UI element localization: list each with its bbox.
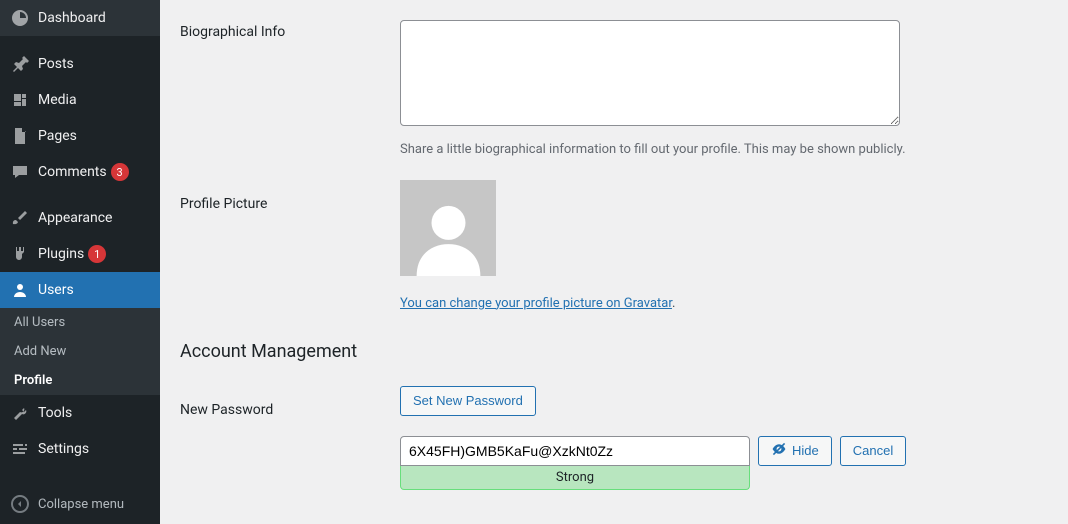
password-input[interactable] — [400, 436, 750, 466]
settings-icon — [10, 439, 30, 459]
picture-row: Profile Picture You can change your prof… — [180, 160, 1048, 311]
count-badge: 1 — [88, 245, 106, 263]
new-password-label: New Password — [180, 386, 400, 418]
collapse-menu-button[interactable]: Collapse menu — [0, 484, 160, 524]
menu-label: Comments — [38, 164, 107, 180]
set-new-password-button[interactable]: Set New Password — [400, 386, 536, 416]
submenu-all-users[interactable]: All Users — [0, 308, 160, 337]
submenu-add-new[interactable]: Add New — [0, 337, 160, 366]
pin-icon — [10, 54, 30, 74]
menu-separator — [0, 36, 160, 46]
bio-row: Biographical Info Share a little biograp… — [180, 0, 1048, 160]
sidebar-item-dashboard[interactable]: Dashboard — [0, 0, 160, 36]
sidebar-item-pages[interactable]: Pages — [0, 118, 160, 154]
hide-password-button[interactable]: Hide — [758, 436, 832, 466]
bio-field: Share a little biographical information … — [400, 20, 1048, 160]
menu-label: Posts — [38, 56, 74, 72]
plug-icon — [10, 244, 30, 264]
password-input-wrap: Strong — [400, 436, 750, 490]
users-submenu: All Users Add New Profile — [0, 308, 160, 395]
comment-icon — [10, 162, 30, 182]
account-management-heading: Account Management — [180, 311, 1048, 366]
password-row: New Password Set New Password Strong Hid… — [180, 366, 1048, 490]
sidebar-item-media[interactable]: Media — [0, 82, 160, 118]
admin-sidebar: Dashboard Posts Media Pages Comments 3 A… — [0, 0, 160, 524]
picture-field: You can change your profile picture on G… — [400, 180, 1048, 311]
menu-label: Pages — [38, 128, 77, 144]
menu-label: Dashboard — [38, 10, 106, 26]
sidebar-item-appearance[interactable]: Appearance — [0, 200, 160, 236]
media-icon — [10, 90, 30, 110]
sidebar-item-plugins[interactable]: Plugins 1 — [0, 236, 160, 272]
collapse-label: Collapse menu — [38, 497, 124, 512]
menu-label: Settings — [38, 441, 89, 457]
menu-label: Users — [38, 282, 74, 298]
sidebar-item-posts[interactable]: Posts — [0, 46, 160, 82]
sidebar-item-settings[interactable]: Settings — [0, 431, 160, 467]
eye-slash-icon — [771, 441, 787, 460]
dashboard-icon — [10, 8, 30, 28]
password-field: Set New Password Strong Hide Cancel — [400, 386, 1048, 490]
sidebar-item-users[interactable]: Users — [0, 272, 160, 308]
bio-textarea[interactable] — [400, 20, 900, 126]
sidebar-item-comments[interactable]: Comments 3 — [0, 154, 160, 190]
page-icon — [10, 126, 30, 146]
menu-label: Tools — [38, 405, 72, 421]
gravatar-text: You can change your profile picture on G… — [400, 296, 1048, 311]
password-input-row: Strong Hide Cancel — [400, 436, 1048, 490]
submenu-profile[interactable]: Profile — [0, 366, 160, 395]
bio-label: Biographical Info — [180, 20, 400, 40]
password-strength-indicator: Strong — [400, 466, 750, 490]
brush-icon — [10, 208, 30, 228]
sidebar-item-tools[interactable]: Tools — [0, 395, 160, 431]
picture-label: Profile Picture — [180, 180, 400, 212]
cancel-password-button[interactable]: Cancel — [840, 436, 906, 466]
menu-separator — [0, 190, 160, 200]
menu-label: Appearance — [38, 210, 112, 226]
main-content: Biographical Info Share a little biograp… — [160, 0, 1068, 524]
count-badge: 3 — [111, 163, 129, 181]
menu-label: Plugins — [38, 246, 84, 262]
user-icon — [10, 280, 30, 300]
collapse-icon — [10, 494, 30, 514]
wrench-icon — [10, 403, 30, 423]
bio-description: Share a little biographical information … — [400, 140, 1048, 160]
avatar-placeholder — [400, 180, 496, 276]
gravatar-link[interactable]: You can change your profile picture on G… — [400, 296, 672, 311]
hide-button-label: Hide — [792, 443, 819, 458]
menu-label: Media — [38, 92, 77, 108]
